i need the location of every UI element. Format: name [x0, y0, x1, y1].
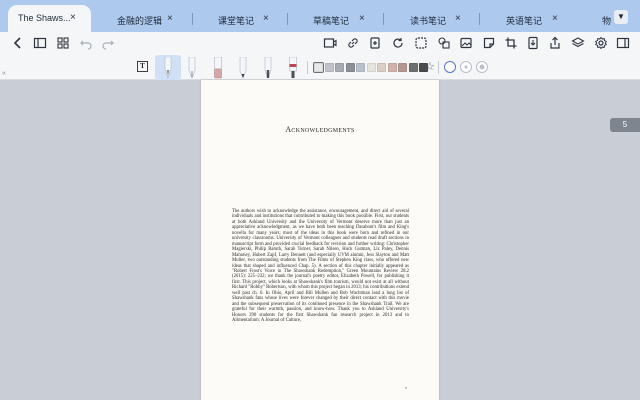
close-icon[interactable]: ×: [70, 12, 76, 23]
color-swatch[interactable]: [398, 63, 407, 72]
color-swatch[interactable]: [345, 63, 355, 72]
layers-icon[interactable]: [571, 36, 585, 50]
pencil-icon[interactable]: [237, 57, 249, 79]
stroke-size-small[interactable]: [444, 61, 456, 73]
sticker-icon[interactable]: [482, 36, 496, 50]
refresh-icon[interactable]: [391, 36, 405, 50]
color-swatch[interactable]: [408, 63, 418, 72]
favorite-star-icon[interactable]: ☆: [425, 60, 435, 73]
page-body-text: The authors wish to acknowledge the assi…: [232, 209, 409, 324]
tab-the-shawshank[interactable]: The Shaws... ×: [8, 5, 91, 32]
sidebar-toggle-icon[interactable]: [33, 36, 47, 50]
redo-icon[interactable]: [101, 36, 115, 50]
stroke-size-medium[interactable]: [460, 61, 472, 73]
marker-icon[interactable]: [262, 57, 274, 79]
stroke-size-large[interactable]: [476, 61, 488, 73]
close-icon[interactable]: ×: [263, 13, 269, 24]
tab-english-notes[interactable]: 英语笔记 ×: [480, 6, 577, 32]
share-icon[interactable]: [548, 36, 562, 50]
color-swatch[interactable]: [356, 63, 365, 72]
tab-class-notes[interactable]: 课堂笔记 ×: [193, 6, 288, 32]
color-swatch[interactable]: [387, 63, 397, 72]
text-tool-icon[interactable]: T: [137, 61, 148, 72]
page-heading: Acknowledgments: [285, 125, 355, 134]
tab-label: 课堂笔记: [218, 16, 255, 26]
close-icon[interactable]: ×: [167, 13, 173, 24]
export-page-icon[interactable]: [526, 36, 540, 50]
app-window: The Shaws... × 金融的逻辑 × 课堂笔记 × 草稿笔记 × 读书笔…: [0, 0, 640, 400]
shapes-icon[interactable]: [437, 36, 451, 50]
color-swatch[interactable]: [377, 63, 386, 72]
ballpoint-pen-icon[interactable]: [186, 57, 198, 79]
tab-label: 物: [602, 16, 612, 26]
toolbar-divider: [307, 61, 308, 74]
collapse-toolbar-icon[interactable]: «: [2, 70, 6, 77]
tab-label: 金融的逻辑: [117, 16, 163, 26]
highlighter-icon[interactable]: [287, 57, 299, 79]
presentation-icon[interactable]: [323, 36, 337, 50]
page-number-badge[interactable]: 5: [610, 118, 640, 132]
document-page[interactable]: Acknowledgments The authors wish to ackn…: [201, 80, 439, 400]
close-icon[interactable]: ×: [552, 13, 558, 24]
tab-reading-notes[interactable]: 读书笔记 ×: [384, 6, 480, 32]
crop-icon[interactable]: [504, 36, 518, 50]
grid-view-icon[interactable]: [56, 36, 70, 50]
lasso-icon[interactable]: [414, 36, 428, 50]
color-swatch[interactable]: [366, 63, 376, 72]
tab-label: The Shaws...: [18, 13, 71, 23]
back-icon[interactable]: [11, 36, 25, 50]
page-footer-number: v: [405, 385, 407, 390]
main-toolbar: [0, 32, 640, 54]
close-icon[interactable]: ×: [359, 13, 365, 24]
image-icon[interactable]: [459, 36, 473, 50]
eraser-icon[interactable]: [212, 57, 224, 79]
tab-draft-notes[interactable]: 草稿笔记 ×: [288, 6, 384, 32]
toolbar-divider: [438, 61, 439, 74]
settings-icon[interactable]: [594, 36, 608, 50]
color-swatch[interactable]: [324, 63, 334, 72]
tab-finance-logic[interactable]: 金融的逻辑 ×: [97, 6, 193, 32]
tab-label: 草稿笔记: [313, 16, 350, 26]
color-swatch[interactable]: [313, 62, 324, 73]
add-page-icon[interactable]: [368, 36, 382, 50]
tab-overflow-menu-icon[interactable]: ▼: [614, 10, 628, 24]
tab-label: 读书笔记: [410, 16, 447, 26]
link-icon[interactable]: [346, 36, 360, 50]
panel-toggle-icon[interactable]: [616, 36, 630, 50]
tab-bar: The Shaws... × 金融的逻辑 × 课堂笔记 × 草稿笔记 × 读书笔…: [0, 0, 640, 32]
undo-icon[interactable]: [79, 36, 93, 50]
tab-label: 英语笔记: [506, 16, 543, 26]
close-icon[interactable]: ×: [455, 13, 461, 24]
fountain-pen-icon[interactable]: [162, 57, 174, 79]
color-swatch[interactable]: [335, 63, 344, 72]
